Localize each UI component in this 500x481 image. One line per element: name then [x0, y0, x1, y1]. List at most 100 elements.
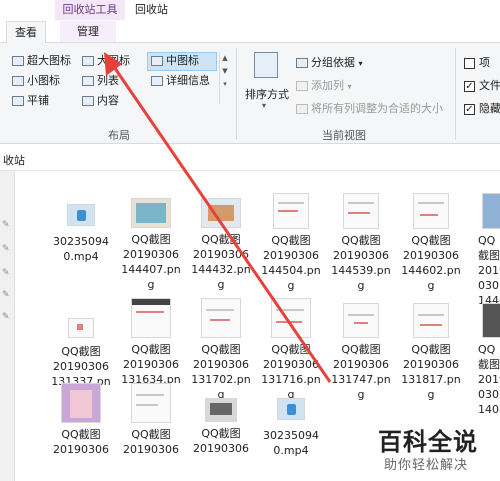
layout-tiles[interactable]: 平铺	[12, 92, 49, 109]
fit-columns-icon	[296, 104, 308, 114]
file-name: QQ截图 20190306 144539.pn g	[331, 234, 391, 292]
image-thumbnail	[131, 198, 171, 228]
file-name: QQ截图 20190306 131702.pn g	[191, 343, 251, 401]
file-name: QQ截图 20190306 144504.pn g	[261, 234, 321, 292]
tiles-icon	[12, 96, 24, 106]
image-thumbnail	[413, 193, 449, 229]
add-column-icon	[296, 81, 308, 91]
checkbox-label: 隐藏	[479, 102, 500, 115]
file-item[interactable]: QQ截图20190301408	[466, 303, 500, 417]
file-item[interactable]: QQ截图 20190306 131702.pn g	[186, 298, 256, 402]
group-by-label: 分组依据	[311, 56, 355, 69]
video-thumbnail	[67, 204, 95, 226]
file-item[interactable]: QQ截图 20190306 144432.pn g	[186, 198, 256, 292]
item-checkbox-option[interactable]: 项	[464, 54, 490, 71]
image-thumbnail	[271, 298, 311, 338]
checkbox[interactable]	[464, 57, 475, 69]
layout-content[interactable]: 内容	[82, 92, 119, 109]
group-by-icon	[296, 58, 308, 68]
file-name: QQ截图 20190306 131747.pn g	[331, 343, 391, 401]
image-thumbnail	[201, 198, 241, 228]
file-item[interactable]: QQ截图 20190306 144539.pn g	[326, 193, 396, 293]
file-item[interactable]: 30235094 0.mp4	[46, 204, 116, 264]
layout-group-label: 布局	[108, 129, 130, 142]
watermark-subtitle: 助你轻松解决	[384, 458, 469, 473]
file-name: QQ截图 20190306 144432.pn g	[191, 233, 251, 291]
tab-view[interactable]: 查看	[6, 21, 46, 44]
image-thumbnail	[482, 303, 500, 338]
checkbox-checked[interactable]: ✓	[464, 80, 475, 92]
file-item[interactable]: 30235094 0.mp4	[256, 398, 326, 458]
file-name: QQ截图 20190306	[193, 427, 249, 455]
image-thumbnail	[482, 193, 500, 229]
image-thumbnail	[61, 383, 101, 423]
layout-label: 列表	[97, 74, 119, 87]
layout-label: 小图标	[27, 74, 60, 87]
file-item[interactable]: QQ截图 20190306 131747.pn g	[326, 303, 396, 402]
ribbon-separator	[236, 48, 237, 140]
fit-columns-button[interactable]: 将所有列调整为合适的大小	[296, 100, 443, 117]
image-thumbnail	[201, 298, 241, 338]
details-icon	[151, 76, 163, 86]
window-title: 回收站	[135, 3, 168, 16]
address-bar[interactable]	[0, 150, 500, 171]
address-text: 收站	[3, 154, 25, 167]
layout-large-icons[interactable]: 大图标	[82, 52, 130, 69]
file-extensions-option[interactable]: ✓ 文件	[464, 77, 500, 94]
layout-label: 大图标	[97, 54, 130, 67]
image-thumbnail	[343, 193, 379, 229]
pin-icon: ✎	[2, 312, 10, 322]
file-item[interactable]: QQ截图 20190306 144602.pn g	[396, 193, 466, 293]
pin-icon: ✎	[2, 268, 10, 278]
file-item[interactable]: QQ截图 20190306	[186, 398, 256, 456]
file-item[interactable]: QQ截图 20190306 144504.pn g	[256, 193, 326, 293]
pin-icon: ✎	[2, 244, 10, 254]
image-thumbnail	[131, 383, 171, 423]
checkbox-checked[interactable]: ✓	[464, 103, 475, 115]
file-item[interactable]: QQ截图 20190306 131716.pn g	[256, 298, 326, 402]
chevron-down-icon: ▾	[347, 82, 352, 91]
layout-small-icons[interactable]: 小图标	[12, 72, 60, 89]
file-item[interactable]: QQ截图 20190306	[116, 383, 186, 457]
layout-label: 详细信息	[166, 74, 210, 87]
layout-medium-icons[interactable]: 中图标	[151, 52, 199, 69]
file-item[interactable]: QQ截图 20190306 144407.pn g	[116, 198, 186, 292]
image-thumbnail	[131, 298, 171, 338]
file-name: QQ截图 20190306	[123, 428, 179, 456]
layout-details[interactable]: 详细信息	[151, 72, 210, 89]
file-name: 30235094 0.mp4	[53, 235, 109, 263]
file-name: QQ截图 20190306	[53, 428, 109, 456]
large-icons-icon	[82, 56, 94, 66]
checkbox-label: 文件	[479, 79, 500, 92]
file-name: QQ截图20190301446	[478, 234, 500, 307]
tab-manage[interactable]: 管理	[60, 21, 116, 42]
watermark-title: 百科全说	[378, 428, 478, 456]
chevron-down-icon: ▾	[358, 59, 363, 68]
image-thumbnail	[413, 303, 449, 338]
layout-label: 内容	[97, 94, 119, 107]
list-icon	[82, 76, 94, 86]
file-item[interactable]: QQ截图 20190306	[46, 383, 116, 457]
navigation-pane[interactable]: ✎ ✎ ✎ ✎ ✎	[0, 171, 15, 481]
file-item[interactable]: QQ截图20190301446	[466, 193, 500, 308]
add-column-button[interactable]: 添加列 ▾	[296, 77, 352, 94]
image-thumbnail	[343, 303, 379, 338]
add-column-label: 添加列	[311, 79, 344, 92]
group-by-button[interactable]: 分组依据 ▾	[296, 54, 363, 71]
ribbon-separator	[455, 48, 456, 140]
hidden-items-option[interactable]: ✓ 隐藏	[464, 100, 500, 117]
checkbox-label: 项	[479, 56, 490, 69]
sort-by-button[interactable]: 排序方式	[245, 86, 289, 102]
file-name: QQ截图 20190306 144602.pn g	[401, 234, 461, 292]
content-icon	[82, 96, 94, 106]
file-name: 30235094 0.mp4	[263, 429, 319, 457]
layout-scroll-arrows[interactable]: ▲ ▼ ▾	[219, 52, 230, 104]
recycle-bin-tools-header: 回收站工具	[55, 0, 125, 20]
layout-extra-large-icons[interactable]: 超大图标	[12, 52, 71, 69]
file-item[interactable]: QQ截图 20190306 131817.pn g	[396, 303, 466, 402]
pin-icon: ✎	[2, 290, 10, 300]
layout-label: 超大图标	[27, 54, 71, 67]
file-name: QQ截图 20190306 144407.pn g	[121, 233, 181, 291]
image-thumbnail	[273, 193, 309, 229]
layout-list[interactable]: 列表	[82, 72, 119, 89]
